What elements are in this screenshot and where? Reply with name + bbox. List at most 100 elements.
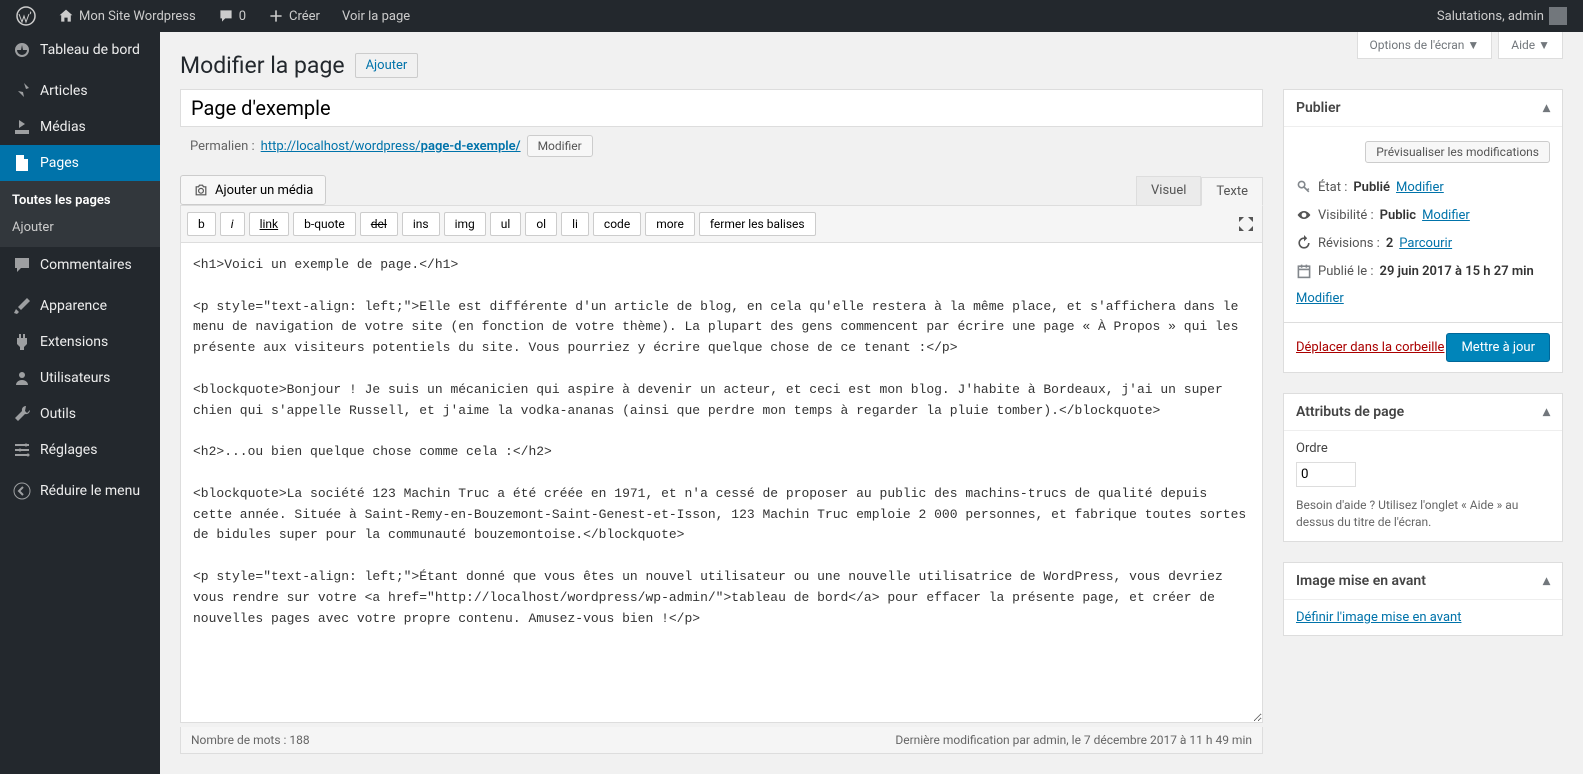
wordpress-icon [16, 6, 36, 26]
qt-code[interactable]: code [593, 212, 641, 236]
last-modified: Dernière modification par admin, le 7 dé… [895, 733, 1252, 747]
calendar-icon [1296, 263, 1312, 279]
media-icon [12, 117, 32, 137]
edit-date-link[interactable]: Modifier [1296, 291, 1344, 306]
wrench-icon [12, 404, 32, 424]
qt-blockquote[interactable]: b-quote [293, 212, 356, 236]
admin-toolbar: Mon Site Wordpress 0 Créer Voir la page … [0, 0, 1583, 32]
qt-img[interactable]: img [444, 212, 486, 236]
screen-options-tab[interactable]: Options de l'écran ▼ [1357, 32, 1493, 59]
title-input[interactable] [180, 89, 1263, 127]
plus-icon [268, 8, 284, 24]
word-count: Nombre de mots : 188 [191, 733, 310, 747]
edit-slug-button[interactable]: Modifier [527, 135, 593, 157]
sidebar-item-media[interactable]: Médias [0, 109, 160, 145]
update-button[interactable]: Mettre à jour [1446, 333, 1550, 362]
sidebar-item-plugins[interactable]: Extensions [0, 324, 160, 360]
qt-bold[interactable]: b [187, 212, 216, 236]
create-label: Créer [289, 9, 320, 24]
sidebar-item-users[interactable]: Utilisateurs [0, 360, 160, 396]
qt-link[interactable]: link [249, 212, 290, 236]
qt-del[interactable]: del [360, 212, 398, 236]
status-row: État : Publié Modifier [1296, 173, 1550, 201]
qt-ol[interactable]: ol [525, 212, 557, 236]
sidebar-item-pages[interactable]: Pages [0, 145, 160, 181]
backup-icon [1296, 235, 1312, 251]
view-page-link[interactable]: Voir la page [334, 0, 418, 32]
camera-icon [193, 182, 209, 198]
qt-more[interactable]: more [645, 212, 695, 236]
new-content-link[interactable]: Créer [260, 0, 328, 32]
key-icon [1296, 179, 1312, 195]
edit-visibility-link[interactable]: Modifier [1422, 208, 1470, 223]
fullscreen-icon[interactable] [1236, 214, 1256, 234]
trash-link[interactable]: Déplacer dans la corbeille [1296, 340, 1444, 355]
admin-sidebar: Tableau de bord Articles Médias Pages To… [0, 32, 160, 774]
qt-li[interactable]: li [561, 212, 589, 236]
pushpin-icon [12, 81, 32, 101]
edit-status-link[interactable]: Modifier [1396, 180, 1444, 195]
sidebar-collapse[interactable]: Réduire le menu [0, 473, 160, 509]
editor-tab-visual[interactable]: Visuel [1136, 176, 1201, 205]
featured-image-header[interactable]: Image mise en avant ▴ [1284, 563, 1562, 600]
brush-icon [12, 296, 32, 316]
site-name-link[interactable]: Mon Site Wordpress [50, 0, 204, 32]
avatar [1549, 7, 1567, 25]
visibility-row: Visibilité : Public Modifier [1296, 201, 1550, 229]
chevron-up-icon: ▴ [1543, 100, 1550, 116]
add-media-button[interactable]: Ajouter un média [180, 175, 326, 205]
comments-link[interactable]: 0 [210, 0, 254, 32]
page-title: Modifier la page [180, 52, 345, 79]
help-tab[interactable]: Aide ▼ [1498, 32, 1563, 59]
page-attributes-box: Attributs de page ▴ Ordre Besoin d'aide … [1283, 393, 1563, 542]
qt-close-tags[interactable]: fermer les balises [699, 212, 816, 236]
featured-image-box: Image mise en avant ▴ Définir l'image mi… [1283, 562, 1563, 636]
browse-revisions-link[interactable]: Parcourir [1399, 236, 1452, 251]
main-content: Options de l'écran ▼ Aide ▼ Modifier la … [160, 32, 1583, 774]
submenu-all-pages[interactable]: Toutes les pages [0, 187, 160, 214]
revisions-row: Révisions : 2 Parcourir [1296, 229, 1550, 257]
permalink-url[interactable]: http://localhost/wordpress/page-d-exempl… [261, 139, 521, 154]
comment-icon [12, 255, 32, 275]
qt-ins[interactable]: ins [402, 212, 440, 236]
sidebar-item-tools[interactable]: Outils [0, 396, 160, 432]
wp-logo[interactable] [8, 0, 44, 32]
page-icon [12, 153, 32, 173]
chevron-up-icon: ▴ [1543, 404, 1550, 420]
chevron-up-icon: ▴ [1543, 573, 1550, 589]
sidebar-item-comments[interactable]: Commentaires [0, 247, 160, 283]
home-icon [58, 8, 74, 24]
comment-icon [218, 8, 234, 24]
order-label: Ordre [1296, 441, 1550, 456]
sidebar-item-appearance[interactable]: Apparence [0, 288, 160, 324]
published-date-row: Publié le : 29 juin 2017 à 15 h 27 min [1296, 257, 1550, 285]
sidebar-item-dashboard[interactable]: Tableau de bord [0, 32, 160, 68]
submenu-add-page[interactable]: Ajouter [0, 214, 160, 241]
editor-tab-text[interactable]: Texte [1201, 177, 1263, 206]
qt-ul[interactable]: ul [490, 212, 522, 236]
permalink-label: Permalien : [190, 139, 255, 154]
quicktags-toolbar: b i link b-quote del ins img ul ol li co… [180, 205, 1263, 243]
sliders-icon [12, 440, 32, 460]
qt-italic[interactable]: i [220, 212, 245, 236]
dashboard-icon [12, 40, 32, 60]
user-greeting[interactable]: Salutations, admin [1429, 0, 1575, 32]
users-icon [12, 368, 32, 388]
sidebar-item-settings[interactable]: Réglages [0, 432, 160, 468]
sidebar-item-posts[interactable]: Articles [0, 73, 160, 109]
publish-box: Publier ▴ Prévisualiser les modification… [1283, 89, 1563, 373]
preview-button[interactable]: Prévisualiser les modifications [1365, 141, 1550, 163]
publish-box-header[interactable]: Publier ▴ [1284, 90, 1562, 127]
permalink-row: Permalien : http://localhost/wordpress/p… [180, 127, 1263, 165]
pages-submenu: Toutes les pages Ajouter [0, 181, 160, 247]
comments-count: 0 [239, 9, 246, 24]
add-new-button[interactable]: Ajouter [355, 53, 419, 78]
eye-icon [1296, 207, 1312, 223]
collapse-icon [12, 481, 32, 501]
page-attributes-header[interactable]: Attributs de page ▴ [1284, 394, 1562, 431]
page-attrs-help: Besoin d'aide ? Utilisez l'onglet « Aide… [1296, 497, 1550, 531]
set-featured-image-link[interactable]: Définir l'image mise en avant [1296, 610, 1461, 625]
content-editor[interactable] [180, 243, 1263, 723]
menu-order-input[interactable] [1296, 462, 1356, 487]
site-name-text: Mon Site Wordpress [79, 9, 196, 24]
